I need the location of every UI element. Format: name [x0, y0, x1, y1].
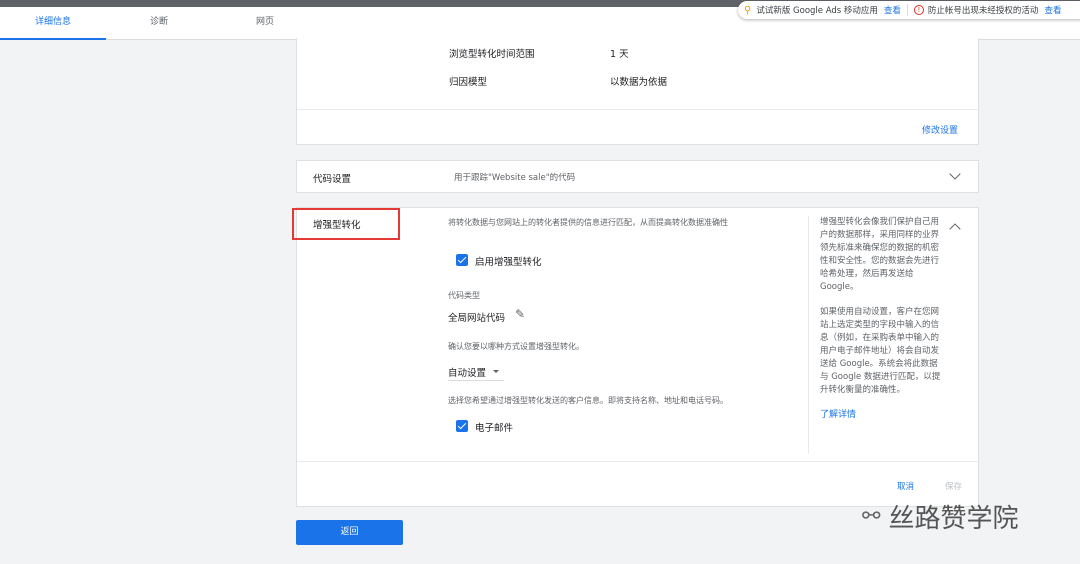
notice-text: 试试新版 Google Ads 移动应用: [756, 6, 878, 16]
pencil-icon[interactable]: ✎: [515, 307, 525, 321]
save-button[interactable]: 保存: [945, 480, 962, 492]
row-label: 归因模型: [449, 77, 488, 88]
chevron-up-icon[interactable]: [949, 223, 961, 235]
edit-settings-link[interactable]: 修改设置: [922, 123, 958, 136]
dropdown-arrow-icon: [493, 370, 499, 373]
enable-checkbox[interactable]: [456, 254, 468, 266]
learn-more-link[interactable]: 了解详情: [820, 409, 942, 422]
notification-bar: ⚲ 试试新版 Google Ads 移动应用 查看 ! 防止帐号出现未经授权的活…: [738, 1, 1080, 19]
setup-value: 自动设置: [448, 368, 487, 379]
alert-icon: !: [913, 5, 924, 15]
setup-prompt: 确认您要以哪种方式设置增强型转化。: [448, 342, 584, 351]
enhanced-conversions-card: 增强型转化 将转化数据与您网站上的转化者提供的信息进行匹配，从而提高转化数据准确…: [292, 207, 979, 507]
cancel-button[interactable]: 取消: [897, 480, 914, 492]
tab-details[interactable]: 详细信息: [0, 7, 106, 40]
tag-type-label: 代码类型: [448, 291, 480, 300]
notice-view-link[interactable]: 查看: [1044, 4, 1061, 16]
lightbulb-icon: ⚲: [744, 4, 752, 16]
enhanced-description: 将转化数据与您网站上的转化者提供的信息进行匹配，从而提高转化数据准确性: [448, 218, 728, 227]
settings-card: 浏览型转化时间范围 1 天 归因模型 以数据为依据 修改设置: [296, 38, 979, 145]
help-text: 增强型转化会像我们保护自己用户的数据那样，采用同样的业界领先标准来确保您的数据的…: [820, 217, 940, 292]
email-checkbox[interactable]: [456, 420, 468, 432]
setup-dropdown[interactable]: 自动设置: [448, 363, 504, 381]
chevron-down-icon[interactable]: [949, 168, 961, 180]
notice-view-link[interactable]: 查看: [884, 4, 901, 16]
help-text: 如果使用自动设置，客户在您网站上选定类型的字段中输入的信息（例如，在采购表单中输…: [820, 307, 941, 395]
divider: [297, 461, 978, 462]
wechat-icon: ⚯: [862, 504, 881, 529]
customer-info-prompt: 选择您希望通过增强型转化发送的客户信息。即将支持名称、地址和电话号码。: [448, 396, 728, 405]
help-panel: 增强型转化会像我们保护自己用户的数据那样，采用同样的业界领先标准来确保您的数据的…: [820, 216, 942, 422]
tag-setup-description: 用于跟踪"Website sale"的代码: [454, 173, 576, 183]
row-value: 1 天: [610, 49, 629, 60]
tag-type-value: 全局网站代码: [448, 313, 506, 324]
divider: [808, 216, 809, 454]
tab-diagnostics[interactable]: 诊断: [106, 7, 212, 40]
notice-text: 防止帐号出现未经授权的活动: [927, 6, 1039, 16]
divider: [906, 4, 908, 16]
back-button[interactable]: 返回: [296, 520, 403, 545]
tag-setup-title: 代码设置: [313, 174, 352, 185]
tab-webpages[interactable]: 网页: [212, 7, 318, 40]
row-value: 以数据为依据: [610, 77, 668, 88]
watermark: ⚯ 丝路赞学院: [862, 498, 1018, 535]
watermark-text: 丝路赞学院: [888, 504, 1019, 534]
row-label: 浏览型转化时间范围: [449, 49, 535, 60]
enhanced-title: 增强型转化: [313, 220, 361, 231]
divider: [297, 109, 978, 110]
tag-setup-card[interactable]: 代码设置 用于跟踪"Website sale"的代码: [296, 160, 979, 193]
enable-label: 启用增强型转化: [475, 257, 542, 268]
email-label: 电子邮件: [475, 423, 514, 434]
